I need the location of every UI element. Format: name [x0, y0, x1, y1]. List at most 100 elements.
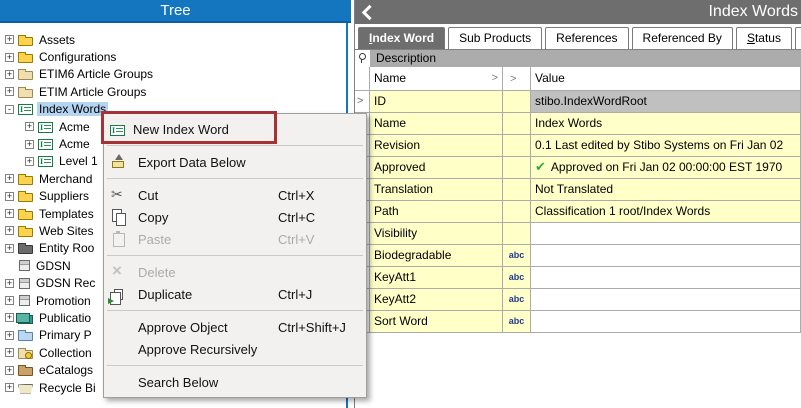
- expand-icon[interactable]: +: [5, 366, 14, 375]
- expand-icon[interactable]: +: [5, 53, 14, 62]
- attribute-value-cell[interactable]: [531, 223, 801, 245]
- tree-item-assets[interactable]: +Assets: [0, 31, 346, 48]
- attribute-row-visibility[interactable]: Visibility: [355, 223, 801, 245]
- expand-icon[interactable]: +: [5, 313, 14, 322]
- attribute-name-cell[interactable]: KeyAtt2: [370, 289, 503, 311]
- expand-icon[interactable]: +: [5, 192, 14, 201]
- menu-item-shortcut: Ctrl+V: [278, 232, 352, 247]
- index-word-icon: [38, 122, 53, 133]
- index-word-icon: [38, 156, 53, 167]
- expand-icon[interactable]: +: [25, 157, 34, 166]
- folder-icon: [18, 228, 33, 237]
- attribute-value-cell[interactable]: [531, 245, 801, 267]
- menu-item-approve-recursively[interactable]: Approve Recursively: [104, 338, 366, 360]
- expand-icon[interactable]: +: [5, 70, 14, 79]
- attribute-name-cell[interactable]: Biodegradable: [370, 245, 503, 267]
- tab-s[interactable]: S: [795, 27, 801, 49]
- tab-referenced-by[interactable]: Referenced By: [632, 27, 733, 49]
- expand-icon[interactable]: +: [5, 331, 14, 340]
- expand-icon[interactable]: +: [5, 87, 14, 96]
- menu-item-search-below[interactable]: Search Below: [104, 371, 366, 393]
- expand-icon[interactable]: +: [5, 35, 14, 44]
- name-column-header[interactable]: Name: [370, 67, 503, 90]
- attribute-value-cell[interactable]: stibo.IndexWordRoot: [531, 91, 801, 113]
- back-chevron-icon[interactable]: [362, 5, 378, 21]
- index-word-icon: [18, 104, 33, 115]
- attribute-type-cell: [503, 179, 531, 201]
- menu-item-label: Delete: [138, 265, 176, 280]
- pin-icon[interactable]: [359, 53, 366, 60]
- tree-item-configurations[interactable]: +Configurations: [0, 48, 346, 65]
- tab-index-word[interactable]: Index Word: [358, 27, 445, 49]
- attribute-value-cell[interactable]: [531, 311, 801, 333]
- expand-icon[interactable]: +: [25, 140, 34, 149]
- menu-item-label: Export Data Below: [138, 155, 246, 170]
- attribute-row-keyatt1[interactable]: KeyAtt1abc: [355, 267, 801, 289]
- collapse-icon[interactable]: -: [5, 105, 14, 114]
- tree-item-etim6-article-groups[interactable]: +ETIM6 Article Groups: [0, 66, 346, 83]
- expand-icon[interactable]: +: [5, 209, 14, 218]
- expand-icon[interactable]: +: [5, 279, 14, 288]
- attribute-type-cell: [503, 113, 531, 135]
- attribute-value-cell[interactable]: ✔Approved on Fri Jan 02 00:00:00 EST 197…: [531, 157, 801, 179]
- attribute-name-cell[interactable]: Name: [370, 113, 503, 135]
- attribute-row-revision[interactable]: Revision 0.1 Last edited by Stibo Systems…: [355, 135, 801, 157]
- expand-icon[interactable]: +: [5, 226, 14, 235]
- attribute-row-keyatt2[interactable]: KeyAtt2abc: [355, 289, 801, 311]
- expand-icon[interactable]: +: [5, 174, 14, 183]
- attribute-name-cell[interactable]: Approved: [370, 157, 503, 179]
- menu-item-label: Paste: [138, 232, 171, 247]
- attribute-row-path[interactable]: Path Classification 1 root/Index Words: [355, 201, 801, 223]
- expand-icon[interactable]: +: [25, 122, 34, 131]
- attribute-row-name[interactable]: Name Index Words: [355, 113, 801, 135]
- attribute-name-cell[interactable]: KeyAtt1: [370, 267, 503, 289]
- attribute-name-cell[interactable]: Revision: [370, 135, 503, 157]
- attribute-name-cell[interactable]: Sort Word: [370, 311, 503, 333]
- expand-icon[interactable]: +: [5, 348, 14, 357]
- attribute-value-cell[interactable]: [531, 289, 801, 311]
- attribute-value-cell[interactable]: Classification 1 root/Index Words: [531, 201, 801, 223]
- attribute-name-cell[interactable]: Translation: [370, 179, 503, 201]
- menu-item-label: Search Below: [138, 375, 218, 390]
- tab-references[interactable]: References: [545, 27, 628, 49]
- menu-item-export-data-below[interactable]: Export Data Below: [104, 151, 366, 173]
- value-column-header[interactable]: Value: [531, 67, 801, 90]
- expand-icon[interactable]: +: [5, 296, 14, 305]
- attribute-name-cell[interactable]: Visibility: [370, 223, 503, 245]
- menu-item-approve-object[interactable]: Approve ObjectCtrl+Shift+J: [104, 316, 366, 338]
- duplicate-icon: [114, 289, 123, 300]
- attribute-type-cell: [503, 135, 531, 157]
- attribute-row-biodegradable[interactable]: Biodegradableabc: [355, 245, 801, 267]
- tree-item-label: ETIM Article Groups: [37, 85, 148, 99]
- attribute-value-cell[interactable]: [531, 267, 801, 289]
- attribute-row-id[interactable]: >ID stibo.IndexWordRoot: [355, 91, 801, 113]
- type-column-header[interactable]: [503, 67, 531, 90]
- attribute-name-cell[interactable]: ID: [370, 91, 503, 113]
- folder-icon: [18, 193, 33, 202]
- attribute-name-cell[interactable]: Path: [370, 201, 503, 223]
- attribute-value-cell[interactable]: Index Words: [531, 113, 801, 135]
- menu-item-label: Approve Object: [138, 320, 228, 335]
- row-gutter-cell: >: [355, 91, 370, 113]
- attribute-value-cell[interactable]: Not Translated: [531, 179, 801, 201]
- attribute-value-text: Index Words: [535, 116, 602, 130]
- attribute-type-cell-text: abc: [503, 267, 531, 289]
- menu-item-label: Duplicate: [138, 287, 192, 302]
- menu-item-cut[interactable]: CutCtrl+X: [104, 184, 366, 206]
- tab-sub-products[interactable]: Sub Products: [448, 27, 542, 49]
- expand-icon[interactable]: +: [5, 383, 14, 392]
- attribute-row-translation[interactable]: Translation Not Translated: [355, 179, 801, 201]
- attribute-value-cell[interactable]: 0.1 Last edited by Stibo Systems on Fri …: [531, 135, 801, 157]
- attribute-row-approved[interactable]: Approved ✔Approved on Fri Jan 02 00:00:00…: [355, 157, 801, 179]
- expand-icon[interactable]: +: [5, 244, 14, 253]
- tree-item-label: Primary P: [37, 328, 94, 342]
- menu-item-new-index-word[interactable]: New Index Word: [104, 118, 366, 140]
- tree-item-etim-article-groups[interactable]: + ETIM Article Groups: [0, 83, 346, 100]
- attribute-row-sort-word[interactable]: Sort Wordabc: [355, 311, 801, 333]
- menu-item-copy[interactable]: CopyCtrl+C: [104, 206, 366, 228]
- pin-gutter[interactable]: [355, 50, 371, 67]
- tree-item-label: eCatalogs: [37, 363, 95, 377]
- menu-item-duplicate[interactable]: DuplicateCtrl+J: [104, 283, 366, 305]
- tab-status[interactable]: Status: [736, 27, 792, 49]
- menu-icon-spacer: [110, 319, 130, 335]
